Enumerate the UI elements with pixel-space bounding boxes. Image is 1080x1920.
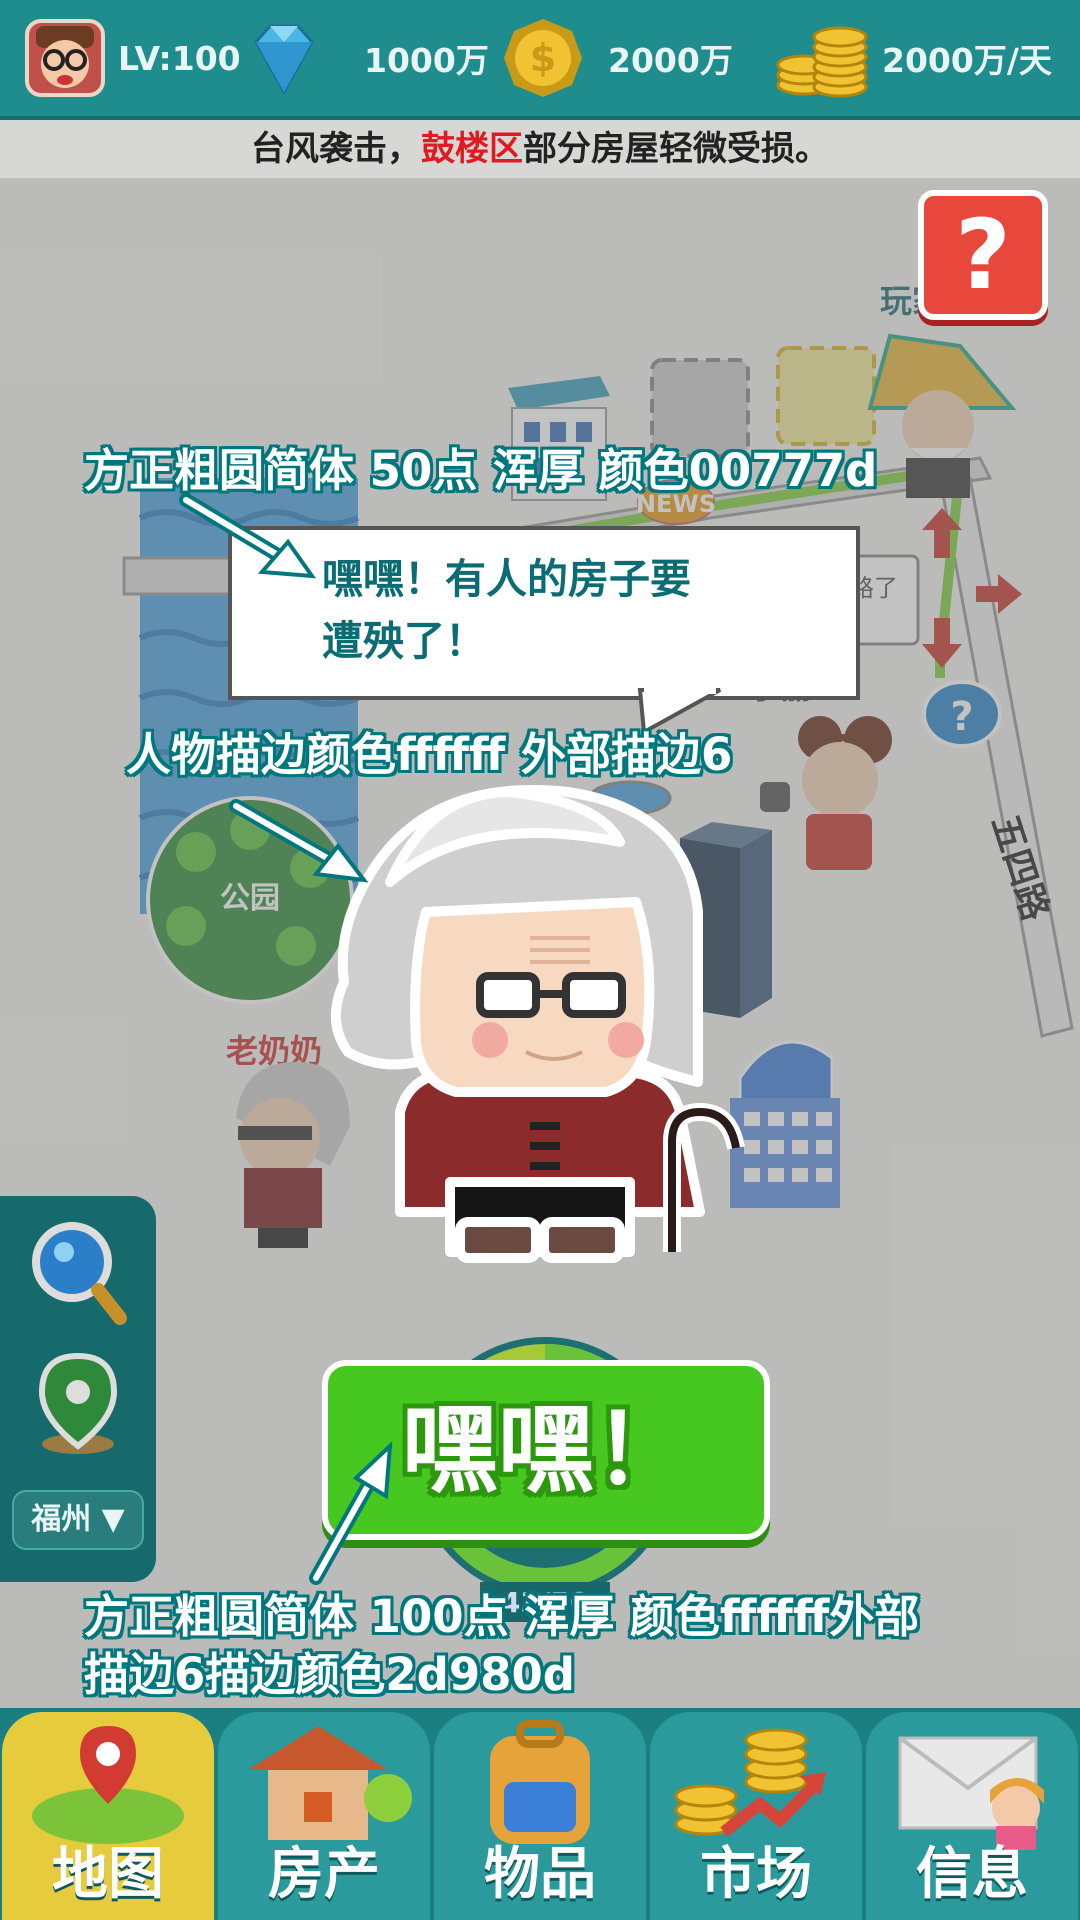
coin-stack-icon [776, 26, 868, 98]
tab-messages-label: 信息 [916, 1842, 1028, 1907]
income-text: 2000万/天 [882, 41, 1052, 80]
diamond-balance[interactable]: 1000万 [240, 18, 489, 98]
location-pin-icon[interactable] [36, 1352, 120, 1456]
tab-market[interactable]: 市场 [650, 1712, 862, 1920]
level-text: LV:100 [118, 38, 241, 78]
tab-market-label: 市场 [700, 1842, 812, 1907]
tab-property-label: 房产 [268, 1842, 380, 1907]
daily-income[interactable]: 2000万/天 [774, 18, 1052, 98]
diamond-icon [254, 24, 314, 96]
avatar-icon [25, 19, 105, 97]
ticker-prefix: 台风袭击， [251, 129, 421, 169]
hey-button[interactable]: 嘿嘿！ [322, 1360, 770, 1540]
tab-map[interactable]: 地图 [2, 1712, 214, 1920]
grandma-character [330, 785, 745, 1263]
dialog-line-2: 遭殃了！ [322, 617, 486, 665]
ticker-suffix: 部分房屋轻微受损。 [523, 129, 829, 169]
annotation-outline: 人物描边颜色ffffff 外部描边6 [126, 728, 733, 781]
gold-text: 2000万 [608, 41, 733, 80]
city-selector[interactable]: 福州 ▼ [12, 1490, 144, 1550]
annotation-font-bottom-line-1: 方正粗圆简体 100点 浑厚 颜色ffffff外部 [84, 1590, 920, 1643]
diamond-text: 1000万 [364, 41, 489, 80]
tab-items-label: 物品 [484, 1842, 596, 1907]
tab-messages[interactable]: 信息 [866, 1712, 1078, 1920]
tab-property[interactable]: 房产 [218, 1712, 430, 1920]
player-level[interactable]: LV:100 [24, 18, 241, 98]
search-icon[interactable] [28, 1218, 128, 1328]
annotation-font-bottom: 方正粗圆简体 100点 浑厚 颜色ffffff外部 描边6描边颜色2d980d [84, 1588, 919, 1704]
svg-text:$: $ [530, 36, 556, 80]
annotation-font-bottom-line-2: 描边6描边颜色2d980d [84, 1648, 575, 1701]
dialog-line-1: 嘿嘿！有人的房子要 [322, 555, 691, 603]
ticker-district: 鼓楼区 [421, 129, 523, 169]
annotation-font-top: 方正粗圆简体 50点 浑厚 颜色00777d [84, 444, 878, 497]
news-ticker: 台风袭击，鼓楼区部分房屋轻微受损。 [0, 120, 1080, 178]
dialog-text: 嘿嘿！有人的房子要 遭殃了！ [322, 548, 822, 672]
tab-items[interactable]: 物品 [434, 1712, 646, 1920]
gold-balance[interactable]: $ 2000万 [502, 18, 733, 98]
tab-map-label: 地图 [52, 1842, 164, 1907]
gold-coin-icon: $ [504, 19, 582, 97]
help-button[interactable]: ? [918, 190, 1048, 320]
